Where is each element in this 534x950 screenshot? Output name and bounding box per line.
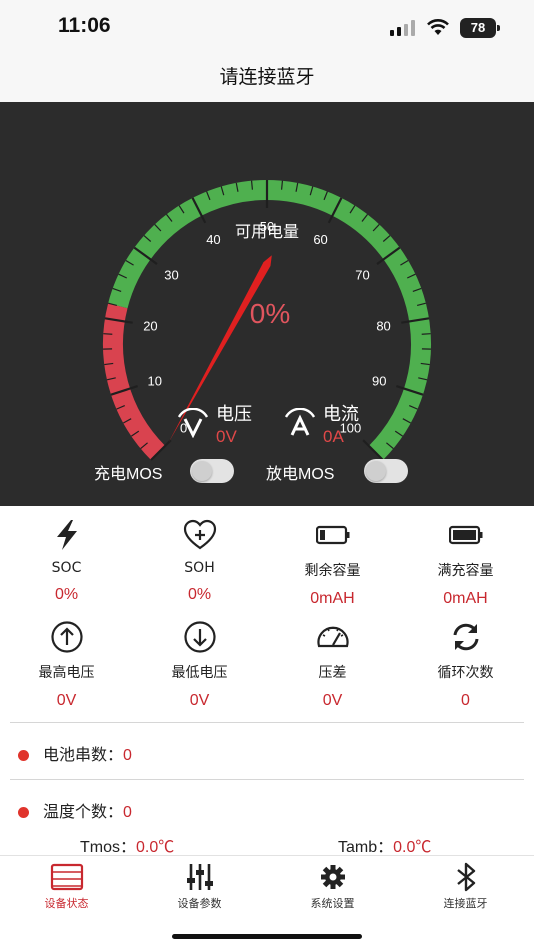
- gauge-tick-label: 10: [148, 373, 162, 388]
- discharge-mos-toggle[interactable]: [364, 459, 408, 483]
- list-icon: [50, 863, 83, 891]
- tab-label: 系统设置: [310, 897, 355, 910]
- stat-soh: SOH 0%: [133, 518, 266, 604]
- stat-remaining-capacity: 剩余容量 0mAH: [266, 518, 399, 608]
- tamb-readout: Tamb：0.0℃: [338, 833, 431, 857]
- battery-indicator: 78: [460, 18, 500, 38]
- cell-count-row: 电池串数：0: [18, 741, 132, 765]
- home-indicator: [172, 934, 362, 939]
- stat-voltage-diff: 压差 0V: [266, 620, 399, 710]
- sliders-icon: [186, 864, 213, 890]
- signal-icon: [390, 20, 415, 36]
- stat-label: 最高电压: [38, 665, 95, 681]
- lightning-icon: [56, 520, 77, 550]
- tab-label: 设备参数: [177, 897, 222, 910]
- tab-connect-bluetooth[interactable]: 连接蓝牙: [399, 862, 532, 911]
- voltage-meter: 电压 0V: [176, 400, 276, 450]
- bluetooth-icon: [456, 862, 475, 892]
- discharge-mos-label: 放电MOS: [266, 466, 335, 483]
- stat-label: SOC: [51, 560, 82, 576]
- stat-value: 0V: [56, 692, 77, 709]
- cell-count-label: 电池串数：: [43, 745, 124, 764]
- stat-label: 最低电压: [171, 665, 228, 681]
- stat-full-capacity: 满充容量 0mAH: [399, 518, 532, 608]
- nav-bar: 请连接蓝牙: [0, 52, 534, 102]
- voltage-value: 0V: [216, 427, 237, 446]
- stat-value: 0mAH: [443, 590, 488, 607]
- gauge-minor-tick: [250, 180, 254, 190]
- arrow-down-circle-icon: [183, 621, 216, 653]
- status-bar: 11:06 78: [0, 0, 534, 52]
- status-time: 11:06: [58, 14, 111, 37]
- stat-value: 0%: [54, 586, 79, 603]
- gauge-value: 0%: [249, 298, 291, 329]
- tab-device-status[interactable]: 设备状态: [0, 862, 133, 911]
- stat-max-voltage: 最高电压 0V: [0, 620, 133, 710]
- temp-count-label: 温度个数：: [43, 802, 124, 821]
- gauge-minor-tick: [280, 180, 284, 190]
- gauge-minor-tick: [103, 333, 113, 335]
- cell-count-value: 0: [123, 747, 132, 764]
- page-title: 请连接蓝牙: [219, 66, 315, 88]
- arrow-up-circle-icon: [50, 621, 83, 653]
- stat-value: 0V: [322, 692, 343, 709]
- bullet-dot: [18, 807, 29, 818]
- voltage-title: 电压: [216, 404, 252, 425]
- gauge-tick-label: 20: [143, 319, 157, 334]
- stat-soc: SOC 0%: [0, 518, 133, 604]
- gauge-tick-label: 90: [372, 373, 386, 388]
- gauge-label: 可用电量: [234, 222, 299, 241]
- current-meter: 电流 0A: [283, 400, 383, 450]
- tamb-value: 0.0℃: [393, 839, 432, 856]
- gauge-tick-label: 80: [376, 319, 390, 334]
- stat-min-voltage: 最低电压 0V: [133, 620, 266, 710]
- stat-label: 循环次数: [437, 665, 494, 681]
- divider: [10, 722, 524, 723]
- tab-system-settings[interactable]: 系统设置: [266, 862, 399, 911]
- tmos-value: 0.0℃: [136, 839, 175, 856]
- stat-label: 满充容量: [437, 563, 494, 579]
- gauge-panel: 0 10 20 30 40 50 60 70 80 90 100 可用电量 0% 电压 0V 电流 …: [0, 102, 534, 506]
- current-icon: [284, 408, 316, 436]
- heart-plus-icon: [183, 519, 216, 550]
- wifi-icon: [427, 19, 449, 35]
- stat-value: 0V: [189, 692, 210, 709]
- charge-mos-label: 充电MOS: [94, 466, 163, 483]
- gauge-tick-label: 70: [355, 268, 369, 283]
- stat-label: 剩余容量: [304, 563, 361, 579]
- gauge-tick-label: 30: [164, 268, 178, 283]
- speedometer-icon: [316, 626, 349, 648]
- stat-label: 压差: [318, 665, 347, 681]
- stat-value: 0: [461, 692, 470, 709]
- battery-low-icon: [315, 525, 349, 545]
- charge-mos-toggle[interactable]: [190, 459, 234, 483]
- stat-value: 0mAH: [310, 590, 355, 607]
- tab-device-params[interactable]: 设备参数: [133, 862, 266, 911]
- tamb-label: Tamb：: [338, 839, 394, 856]
- tmos-readout: Tmos：0.0℃: [80, 833, 174, 857]
- temp-count-value: 0: [123, 804, 132, 821]
- battery-full-icon: [448, 525, 482, 545]
- bullet-dot: [18, 750, 29, 761]
- current-value: 0A: [323, 427, 344, 446]
- voltage-icon: [177, 408, 209, 438]
- gauge-minor-tick: [421, 333, 431, 335]
- gear-icon: [320, 865, 345, 889]
- divider: [10, 779, 524, 780]
- stat-value: 0%: [187, 586, 212, 603]
- temp-count-row: 温度个数：0: [18, 798, 132, 822]
- stat-label: SOH: [184, 560, 215, 576]
- refresh-icon: [453, 623, 478, 651]
- stat-cycle-count: 循环次数 0: [399, 620, 532, 710]
- tmos-label: Tmos：: [80, 839, 137, 856]
- tab-label: 设备状态: [44, 897, 89, 910]
- current-title: 电流: [323, 404, 359, 425]
- tab-label: 连接蓝牙: [443, 897, 488, 910]
